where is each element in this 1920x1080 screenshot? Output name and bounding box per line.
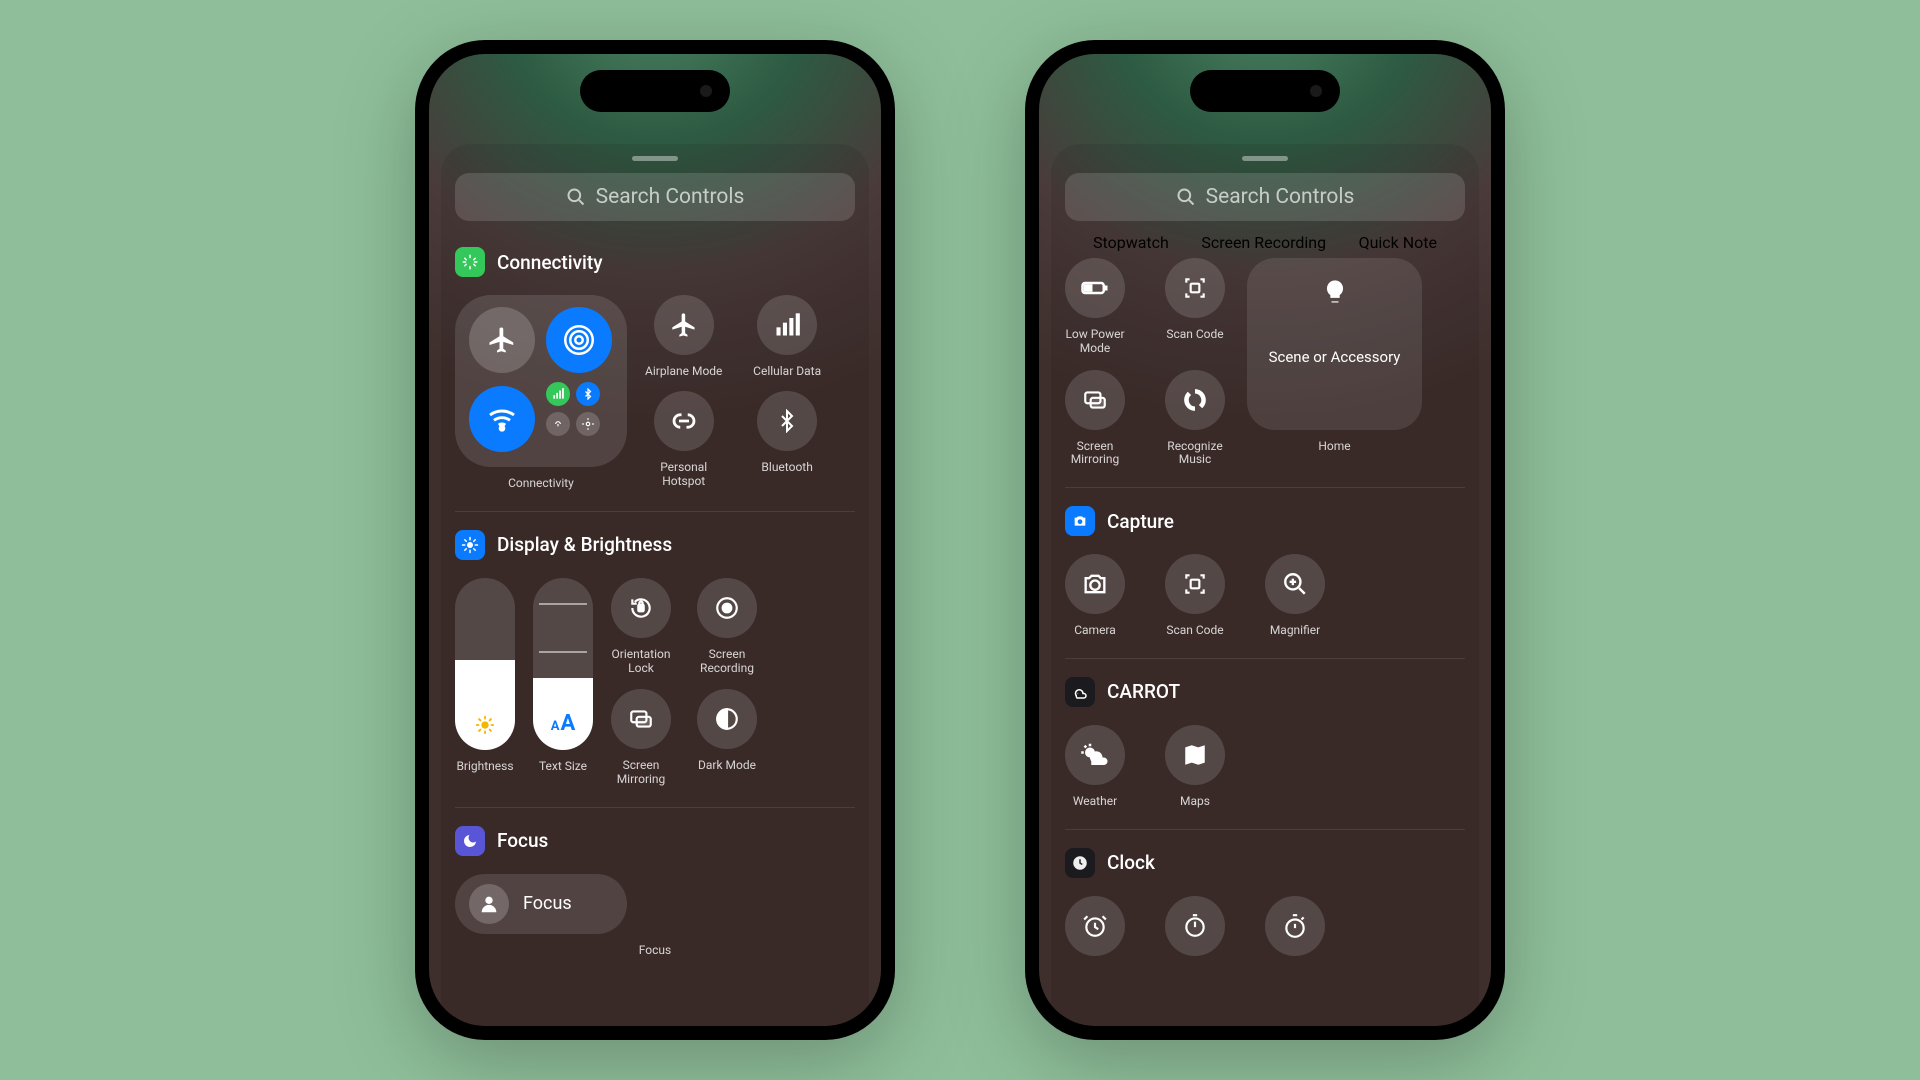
connectivity-tile-cell: Connectivity: [455, 295, 627, 491]
satcom-mini-icon: [576, 412, 600, 436]
control-label: Screen Mirroring: [1071, 440, 1120, 468]
control-label: Quick Note: [1359, 233, 1437, 252]
orientation-lock-button[interactable]: [611, 578, 671, 638]
cellular-mini-icon: [546, 382, 570, 406]
section-focus: Focus Focus Focus: [455, 807, 855, 978]
control-label: Scan Code: [1166, 624, 1223, 638]
wifi-icon[interactable]: [469, 386, 535, 452]
control-label: Home: [1318, 440, 1350, 454]
screen-mirroring-button[interactable]: [1065, 370, 1125, 430]
control-label: Connectivity: [508, 477, 574, 491]
sheet-grabber[interactable]: [1242, 156, 1288, 161]
screen-mirroring-button[interactable]: [611, 689, 671, 749]
screen: Search Controls Connectivity: [429, 54, 881, 1026]
phone-right: Search Controls Stopwatch Screen Recordi…: [1025, 40, 1505, 1040]
maps-button[interactable]: [1165, 725, 1225, 785]
display-badge-icon: [455, 530, 485, 560]
bluetooth-button[interactable]: [757, 391, 817, 451]
magnifier-button[interactable]: [1265, 554, 1325, 614]
airdrop-icon[interactable]: [546, 307, 612, 373]
scan-code-button[interactable]: [1165, 554, 1225, 614]
control-label: Scan Code: [1166, 328, 1223, 342]
control-label: Maps: [1180, 795, 1210, 809]
control-label: Text Size: [539, 760, 587, 774]
control-label: Cellular Data: [753, 365, 821, 379]
search-placeholder: Search Controls: [1206, 185, 1355, 209]
control-label: Screen Mirroring: [617, 759, 666, 787]
section-title: Capture: [1107, 510, 1174, 533]
camera-button[interactable]: [1065, 554, 1125, 614]
search-icon: [1176, 187, 1196, 207]
search-input[interactable]: Search Controls: [455, 173, 855, 221]
airplane-icon[interactable]: [469, 307, 535, 373]
control-label: Personal Hotspot: [660, 461, 707, 489]
search-icon: [566, 187, 586, 207]
lightbulb-icon: [1321, 278, 1349, 306]
sun-icon: [474, 714, 496, 736]
control-label: Recognize Music: [1167, 440, 1222, 468]
person-icon: [469, 884, 509, 924]
control-label: Focus: [569, 944, 741, 958]
section-utilities: Stopwatch Screen Recording Quick Note Lo…: [1065, 229, 1465, 487]
control-label: Magnifier: [1270, 624, 1320, 638]
control-label: Screen Recording: [1201, 233, 1326, 252]
phone-left: Search Controls Connectivity: [415, 40, 895, 1040]
stopwatch-button[interactable]: [1265, 896, 1325, 956]
control-label: Weather: [1073, 795, 1117, 809]
control-label: Stopwatch: [1093, 233, 1169, 252]
text-size-slider[interactable]: AA: [533, 578, 593, 750]
bluetooth-mini-icon: [576, 382, 600, 406]
search-input[interactable]: Search Controls: [1065, 173, 1465, 221]
clock-badge-icon: [1065, 848, 1095, 878]
control-label: Camera: [1074, 624, 1116, 638]
dynamic-island: [580, 70, 730, 112]
focus-pill[interactable]: Focus: [455, 874, 627, 934]
timer-button[interactable]: [1165, 896, 1225, 956]
section-title: Display & Brightness: [497, 533, 672, 556]
personal-hotspot-button[interactable]: [654, 391, 714, 451]
section-carrot: CARROT Weather Ma: [1065, 658, 1465, 829]
section-clock: Clock: [1065, 829, 1465, 976]
home-accessory-tile[interactable]: Scene or Accessory: [1247, 258, 1422, 430]
section-connectivity: Connectivity: [455, 229, 855, 511]
text-size-icon: AA: [551, 711, 576, 736]
dynamic-island: [1190, 70, 1340, 112]
scan-code-button[interactable]: [1165, 258, 1225, 318]
control-gallery-sheet: Search Controls Stopwatch Screen Recordi…: [1051, 144, 1479, 1026]
control-label: Bluetooth: [761, 461, 812, 475]
control-gallery-sheet: Search Controls Connectivity: [441, 144, 869, 1026]
section-title: Focus: [497, 829, 548, 852]
section-capture: Capture Camera Sc: [1065, 487, 1465, 658]
control-label: Brightness: [456, 760, 513, 774]
capture-badge-icon: [1065, 506, 1095, 536]
control-label: Screen Recording: [700, 648, 754, 676]
recognize-music-button[interactable]: [1165, 370, 1225, 430]
weather-button[interactable]: [1065, 725, 1125, 785]
section-display: Display & Brightness Brightness: [455, 511, 855, 807]
screen-recording-button[interactable]: [697, 578, 757, 638]
section-title: Clock: [1107, 851, 1155, 874]
carrot-badge-icon: [1065, 677, 1095, 707]
dark-mode-button[interactable]: [697, 689, 757, 749]
control-label: Orientation Lock: [612, 648, 671, 676]
search-placeholder: Search Controls: [596, 185, 745, 209]
connectivity-tile[interactable]: [455, 295, 627, 467]
focus-badge-icon: [455, 826, 485, 856]
section-title: Connectivity: [497, 251, 603, 274]
screen: Search Controls Stopwatch Screen Recordi…: [1039, 54, 1491, 1026]
brightness-slider[interactable]: [455, 578, 515, 750]
airplane-mode-button[interactable]: [654, 295, 714, 355]
control-label: Dark Mode: [698, 759, 756, 773]
control-label: Low Power Mode: [1065, 328, 1124, 356]
control-label: Airplane Mode: [645, 365, 722, 379]
alarm-button[interactable]: [1065, 896, 1125, 956]
sheet-grabber[interactable]: [632, 156, 678, 161]
focus-pill-label: Focus: [523, 893, 572, 914]
home-tile-label: Scene or Accessory: [1269, 348, 1401, 366]
connectivity-badge-icon: [455, 247, 485, 277]
cellular-data-button[interactable]: [757, 295, 817, 355]
section-title: CARROT: [1107, 680, 1180, 703]
low-power-mode-button[interactable]: [1065, 258, 1125, 318]
hotspot-mini-icon: [546, 412, 570, 436]
